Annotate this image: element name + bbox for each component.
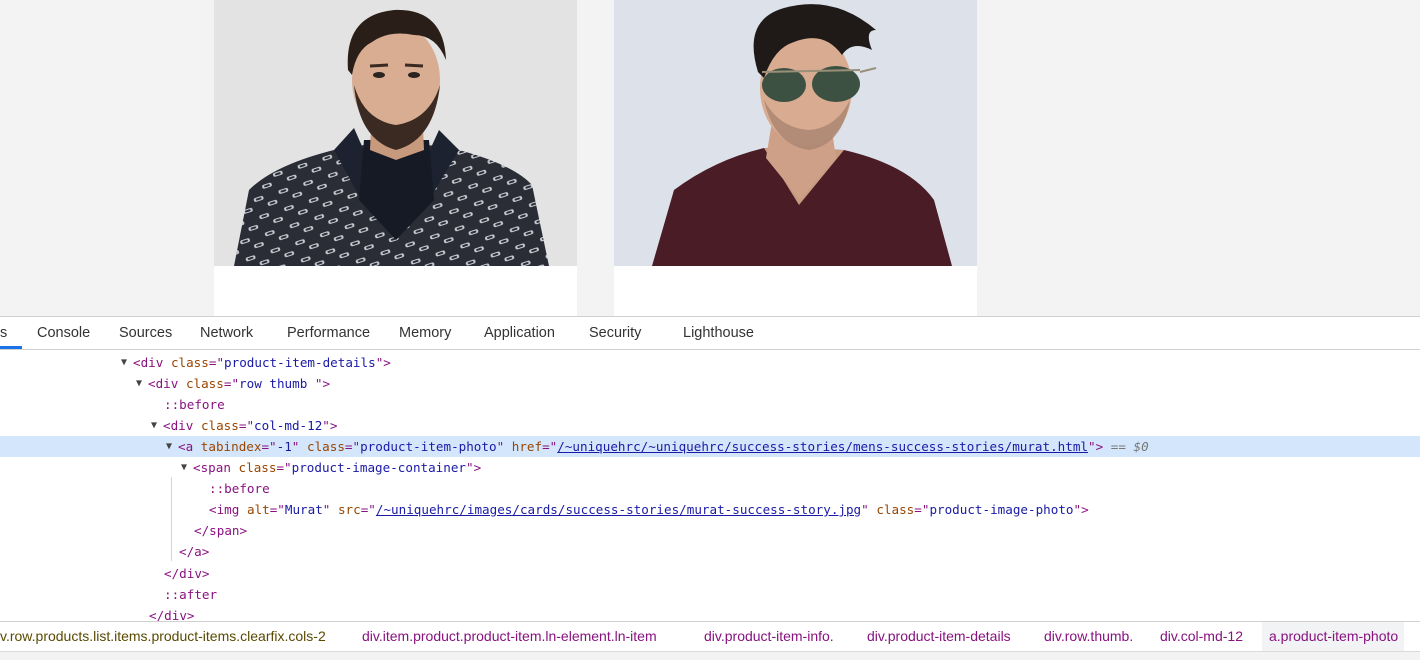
- devtools-panel: s Console Sources Network Performance Me…: [0, 316, 1420, 660]
- expand-triangle-icon[interactable]: ▼: [181, 457, 191, 478]
- expand-triangle-icon[interactable]: ▼: [166, 436, 176, 457]
- tab-sources[interactable]: Sources: [119, 317, 172, 349]
- dom-node-row[interactable]: ▼ <div class="product-item-details">: [0, 352, 1420, 373]
- expand-triangle-icon[interactable]: ▼: [136, 373, 146, 394]
- dom-tree: ▼ <div class="product-item-details"> ▼ <…: [0, 350, 1420, 621]
- product-image[interactable]: [614, 0, 977, 266]
- closing-tag: </a>: [179, 544, 210, 559]
- tab-lighthouse[interactable]: Lighthouse: [683, 317, 754, 349]
- element-breadcrumbs: v.row.products.list.items.product-items.…: [0, 621, 1420, 652]
- tab-network[interactable]: Network: [200, 317, 253, 349]
- dom-node-row[interactable]: ::after: [0, 584, 1420, 605]
- dom-node-text: <div class="product-item-details">: [133, 355, 391, 370]
- dom-node-row[interactable]: </span>: [0, 520, 1420, 541]
- tab-security[interactable]: Security: [589, 317, 641, 349]
- tab-memory[interactable]: Memory: [399, 317, 451, 349]
- breadcrumb-item[interactable]: div.row.thumb.: [1044, 622, 1133, 651]
- devtools-tabbar: s Console Sources Network Performance Me…: [0, 317, 1420, 350]
- portrait-photo-2: [614, 0, 977, 266]
- breadcrumb-item[interactable]: v.row.products.list.items.product-items.…: [0, 622, 326, 651]
- product-card[interactable]: [614, 0, 977, 316]
- breadcrumb-item[interactable]: div.product-item-info.: [704, 622, 834, 651]
- dom-node-text: <div class="row thumb ">: [148, 376, 331, 391]
- closing-tag: </div>: [164, 566, 210, 581]
- closing-tag: </span>: [194, 523, 248, 538]
- dom-node-row[interactable]: ▼ <div class="col-md-12">: [0, 415, 1420, 436]
- pseudo-element: ::after: [164, 587, 218, 602]
- tab-performance[interactable]: Performance: [287, 317, 370, 349]
- portrait-photo-1: [214, 0, 577, 266]
- tab-elements[interactable]: s: [0, 317, 7, 349]
- dom-node-row[interactable]: </div>: [0, 563, 1420, 584]
- breadcrumb-item-active[interactable]: a.product-item-photo: [1262, 622, 1405, 651]
- dom-node-text: <img alt="Murat" src="/~uniquehrc/images…: [209, 502, 1089, 517]
- dom-node-row[interactable]: </div>: [0, 605, 1420, 621]
- pseudo-element: ::before: [209, 481, 270, 496]
- product-image[interactable]: [214, 0, 577, 266]
- breadcrumb-item[interactable]: div.col-md-12: [1160, 622, 1243, 651]
- dom-node-text: <span class="product-image-container">: [193, 460, 482, 475]
- dom-node-row[interactable]: ::before: [0, 394, 1420, 415]
- dom-node-row[interactable]: ▼ <span class="product-image-container">: [0, 457, 1420, 478]
- tab-application[interactable]: Application: [484, 317, 555, 349]
- dom-node-row[interactable]: </a>: [0, 541, 1420, 562]
- dom-node-row[interactable]: ::before: [0, 478, 1420, 499]
- dom-node-text: <div class="col-md-12">: [163, 418, 338, 433]
- active-tab-indicator: [0, 346, 22, 349]
- dom-node-row-selected[interactable]: ▼ <a tabindex="-1" class="product-item-p…: [0, 436, 1420, 457]
- product-card[interactable]: [214, 0, 577, 316]
- href-link[interactable]: /~uniquehrc/~uniquehrc/success-stories/m…: [557, 439, 1088, 454]
- devtools-bottom-edge: [0, 651, 1420, 660]
- breadcrumb-item[interactable]: div.item.product.product-item.ln-element…: [362, 622, 657, 651]
- expand-triangle-icon[interactable]: ▼: [151, 415, 161, 436]
- closing-tag: </div>: [149, 608, 195, 621]
- tab-console[interactable]: Console: [37, 317, 90, 349]
- pseudo-element: ::before: [164, 397, 225, 412]
- src-link[interactable]: /~uniquehrc/images/cards/success-stories…: [376, 502, 861, 517]
- dom-node-row[interactable]: ▼ <div class="row thumb ">: [0, 373, 1420, 394]
- page-viewport: [0, 0, 1420, 316]
- console-ref-badge: == $0: [1110, 439, 1149, 454]
- dom-node-text: <a tabindex="-1" class="product-item-pho…: [178, 439, 1149, 454]
- expand-triangle-icon[interactable]: ▼: [121, 352, 131, 373]
- breadcrumb-item[interactable]: div.product-item-details: [867, 622, 1011, 651]
- dom-node-row[interactable]: <img alt="Murat" src="/~uniquehrc/images…: [0, 499, 1420, 520]
